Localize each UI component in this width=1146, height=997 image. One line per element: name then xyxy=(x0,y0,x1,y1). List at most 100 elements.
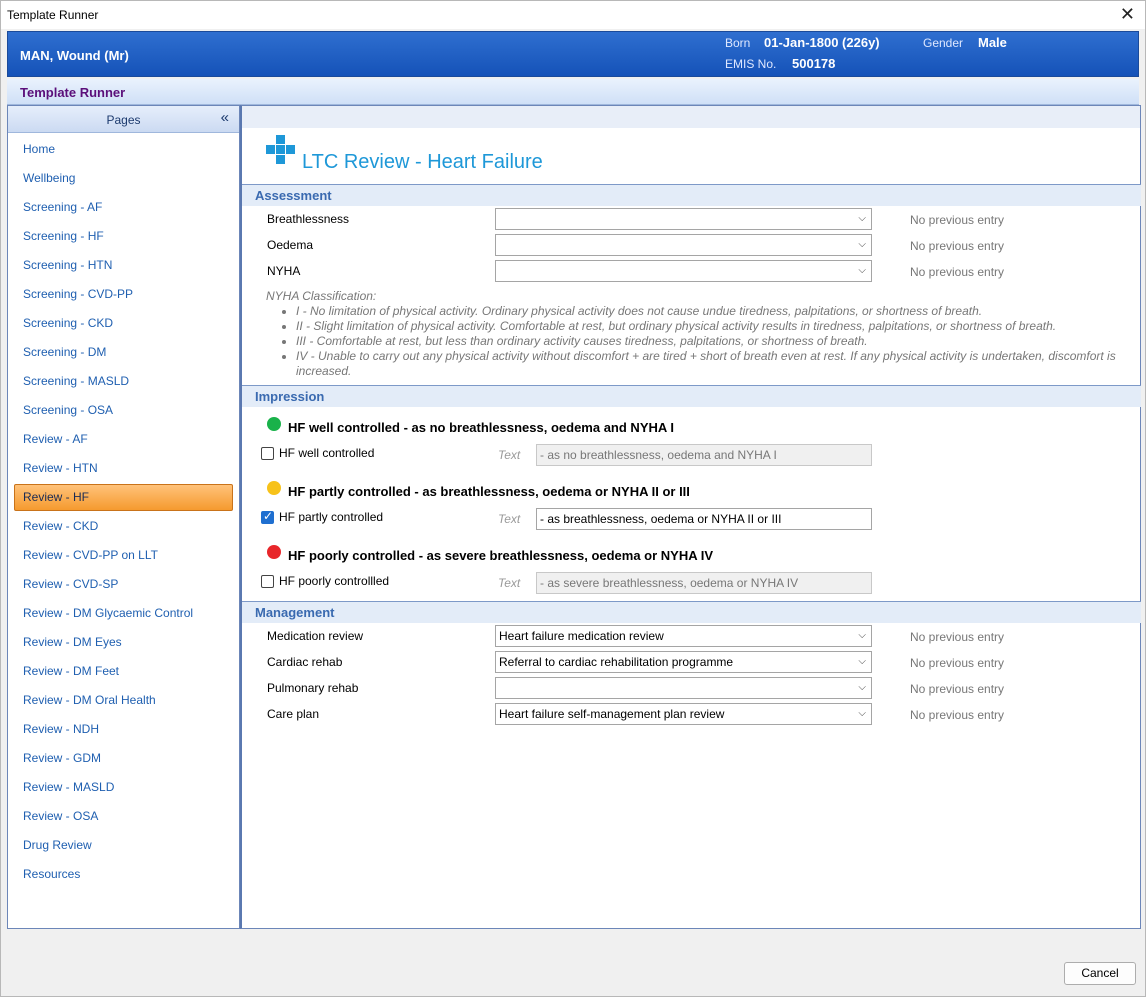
sidebar-item[interactable]: Review - CVD-PP on LLT xyxy=(8,541,239,570)
status-dot-icon xyxy=(267,417,281,431)
previous-entry-status: No previous entry xyxy=(910,265,1005,279)
impression-heading: HF well controlled - as no breathlessnes… xyxy=(288,420,675,435)
sidebar-item[interactable]: Review - GDM xyxy=(8,744,239,773)
impression-checkbox-label[interactable]: HF poorly controllled xyxy=(279,574,389,588)
impression-heading: HF poorly controlled - as severe breathl… xyxy=(288,548,714,563)
assessment-dropdown[interactable]: ⌵ xyxy=(495,208,872,230)
previous-entry-status: No previous entry xyxy=(910,708,1005,722)
sidebar-item[interactable]: Review - OSA xyxy=(8,802,239,831)
impression-checkbox[interactable] xyxy=(261,509,274,524)
impression-text-field: - as severe breathlessness, oedema or NY… xyxy=(536,572,872,594)
assessment-section-header: Assessment xyxy=(242,184,1141,206)
title-bar: Template Runner ✕ xyxy=(1,1,1145,29)
previous-entry-status: No previous entry xyxy=(910,656,1005,670)
sidebar-item[interactable]: Review - DM Oral Health xyxy=(8,686,239,715)
sidebar-item[interactable]: Resources xyxy=(8,860,239,889)
management-dropdown[interactable]: ⌵ xyxy=(495,677,872,699)
cancel-button[interactable]: Cancel xyxy=(1064,962,1136,985)
dropdown-value: Heart failure medication review xyxy=(499,629,664,643)
collapse-icon[interactable]: « xyxy=(221,109,229,126)
assessment-field-label: Oedema xyxy=(267,238,314,252)
assessment-field-label: Breathlessness xyxy=(267,212,350,226)
impression-heading: HF partly controlled - as breathlessness… xyxy=(288,484,690,499)
previous-entry-status: No previous entry xyxy=(910,213,1005,227)
nyha-guide: NYHA Classification: I - No limitation o… xyxy=(266,289,1126,379)
sidebar-item[interactable]: Wellbeing xyxy=(8,164,239,193)
sidebar-item[interactable]: Screening - AF xyxy=(8,193,239,222)
sidebar-item[interactable]: Screening - HF xyxy=(8,222,239,251)
impression-checkbox[interactable] xyxy=(261,575,274,588)
nyha-guide-item: II - Slight limitation of physical activ… xyxy=(296,319,1126,334)
management-dropdown[interactable]: Heart failure self-management plan revie… xyxy=(495,703,872,725)
born-value: 01-Jan-1800 (226y) xyxy=(764,35,880,50)
chevron-down-icon: ⌵ xyxy=(858,656,866,667)
impression-text-field[interactable]: - as breathlessness, oedema or NYHA II o… xyxy=(536,508,872,530)
management-field-label: Care plan xyxy=(267,707,320,721)
close-icon[interactable]: ✕ xyxy=(1120,4,1135,24)
sidebar-item[interactable]: Review - MASLD xyxy=(8,773,239,802)
chevron-down-icon: ⌵ xyxy=(858,213,866,224)
status-dot-icon xyxy=(267,481,281,495)
sidebar-item[interactable]: Drug Review xyxy=(8,831,239,860)
chevron-down-icon: ⌵ xyxy=(858,239,866,250)
sidebar-item[interactable]: Screening - DM xyxy=(8,338,239,367)
sidebar-item[interactable]: Review - NDH xyxy=(8,715,239,744)
management-field-label: Pulmonary rehab xyxy=(267,681,359,695)
sidebar-item[interactable]: Screening - CVD-PP xyxy=(8,280,239,309)
chevron-down-icon: ⌵ xyxy=(858,630,866,641)
sidebar-item[interactable]: Review - CVD-SP xyxy=(8,570,239,599)
management-field-label: Cardiac rehab xyxy=(267,655,343,669)
sidebar-item[interactable]: Home xyxy=(8,135,239,164)
impression-checkbox[interactable] xyxy=(261,447,274,460)
previous-entry-status: No previous entry xyxy=(910,239,1005,253)
assessment-dropdown[interactable]: ⌵ xyxy=(495,234,872,256)
impression-checkbox-label[interactable]: HF well controlled xyxy=(279,446,374,460)
sidebar-item[interactable]: Review - CKD xyxy=(8,512,239,541)
sidebar-item[interactable]: Review - DM Eyes xyxy=(8,628,239,657)
text-label: Text xyxy=(498,512,521,526)
pages-title: Pages xyxy=(106,113,141,127)
assessment-title: Assessment xyxy=(255,188,332,203)
impression-section-header: Impression xyxy=(242,385,1141,407)
management-field-label: Medication review xyxy=(267,629,364,643)
chevron-down-icon: ⌵ xyxy=(858,682,866,693)
sidebar-item[interactable]: Review - HF xyxy=(14,484,233,511)
assessment-field-label: NYHA xyxy=(267,264,301,278)
window-title: Template Runner xyxy=(7,8,99,22)
assessment-dropdown[interactable]: ⌵ xyxy=(495,260,872,282)
pages-sidebar: Pages « Home Wellbeing Screening - AF Scree… xyxy=(7,105,240,929)
pages-header: Pages « xyxy=(8,106,239,133)
sidebar-item[interactable]: Screening - CKD xyxy=(8,309,239,338)
gender-value: Male xyxy=(978,35,1007,50)
chevron-down-icon: ⌵ xyxy=(858,708,866,719)
patient-banner: MAN, Wound (Mr) Born 01-Jan-1800 (226y) … xyxy=(7,31,1139,77)
text-label: Text xyxy=(498,576,521,590)
impression-title: Impression xyxy=(255,389,325,404)
impression-text-field: - as no breathlessness, oedema and NYHA … xyxy=(536,444,872,466)
page-top-strip xyxy=(242,106,1140,128)
management-section-header: Management xyxy=(242,601,1141,623)
management-title: Management xyxy=(255,605,335,620)
template-runner-header: Template Runner xyxy=(7,79,1139,105)
impression-checkbox-label[interactable]: HF partly controlled xyxy=(279,510,383,524)
template-runner-heading: Template Runner xyxy=(20,85,126,100)
nyha-guide-item: III - Comfortable at rest, but less than… xyxy=(296,334,1126,349)
sidebar-item[interactable]: Review - AF xyxy=(8,425,239,454)
sidebar-item[interactable]: Review - HTN xyxy=(8,454,239,483)
sidebar-item[interactable]: Screening - MASLD xyxy=(8,367,239,396)
sidebar-item[interactable]: Screening - HTN xyxy=(8,251,239,280)
sidebar-item[interactable]: Review - DM Glycaemic Control xyxy=(8,599,239,628)
previous-entry-status: No previous entry xyxy=(910,682,1005,696)
pages-list: Home Wellbeing Screening - AF Screening - H… xyxy=(8,135,239,889)
template-runner-window: Template Runner ✕ MAN, Wound (Mr) Born 0… xyxy=(0,0,1146,997)
sidebar-item[interactable]: Review - DM Feet xyxy=(8,657,239,686)
sidebar-item[interactable]: Screening - OSA xyxy=(8,396,239,425)
status-dot-icon xyxy=(267,545,281,559)
management-dropdown[interactable]: Heart failure medication review ⌵ xyxy=(495,625,872,647)
previous-entry-status: No previous entry xyxy=(910,630,1005,644)
nyha-guide-title: NYHA Classification: xyxy=(266,289,377,303)
medical-cross-icon xyxy=(266,135,296,165)
management-dropdown[interactable]: Referral to cardiac rehabilitation progr… xyxy=(495,651,872,673)
page-title: LTC Review - Heart Failure xyxy=(302,151,543,173)
emis-value: 500178 xyxy=(792,56,836,71)
